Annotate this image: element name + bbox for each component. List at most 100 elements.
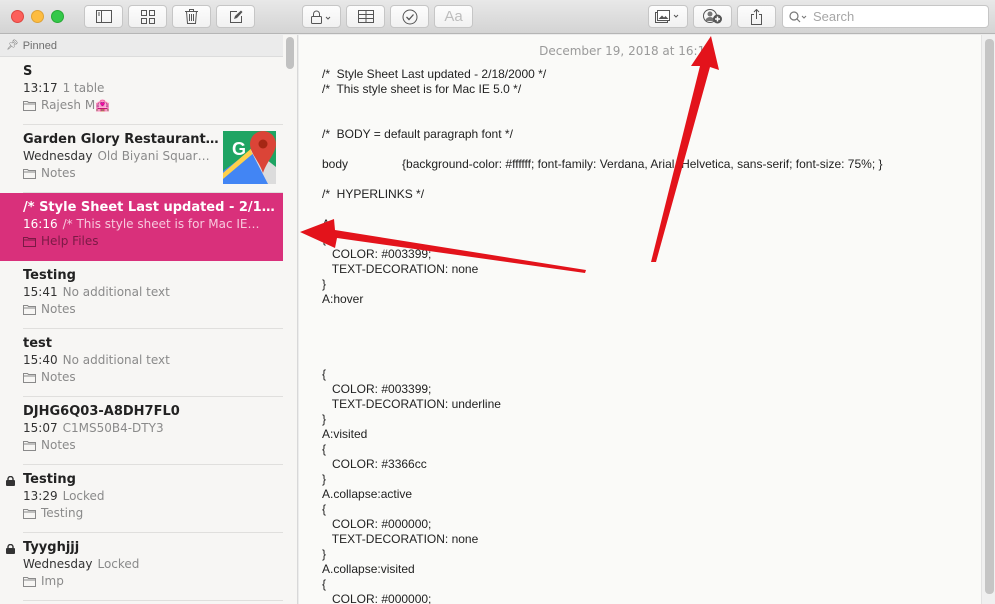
note-body-line <box>322 337 883 352</box>
note-body[interactable]: /* Style Sheet Last updated - 2/18/2000 … <box>322 67 883 604</box>
folder-icon <box>23 441 36 451</box>
note-body-line: { <box>322 367 327 381</box>
note-body-line: { <box>322 442 327 456</box>
notes-list-scrollbar[interactable] <box>286 37 294 69</box>
toolbar: Aa <box>0 0 995 34</box>
minimize-window-button[interactable] <box>31 10 44 23</box>
checklist-button[interactable] <box>390 5 429 28</box>
note-meta: 13:17 1 table <box>23 80 283 97</box>
note-body-line: COLOR: #000000; <box>322 592 432 604</box>
search-field[interactable] <box>782 5 989 28</box>
grid-icon <box>140 9 155 24</box>
new-note-button[interactable] <box>216 5 255 28</box>
note-time: 15:40 <box>23 353 58 367</box>
lock-icon <box>6 544 15 554</box>
note-preview: Locked <box>62 489 105 503</box>
note-meta: 15:07 C1MS50B4-DTY3 <box>23 420 283 437</box>
note-preview: /* This style sheet is for Mac IE… <box>62 217 260 231</box>
note-body-line: } <box>322 472 327 486</box>
note-body-line: { <box>322 577 327 591</box>
note-body-line: } <box>322 547 327 561</box>
note-folder-name: Help Files <box>41 234 99 248</box>
note-folder: Testing <box>23 505 283 522</box>
note-time: 16:16 <box>23 217 58 231</box>
note-time: 15:07 <box>23 421 58 435</box>
format-button[interactable]: Aa <box>434 5 473 28</box>
note-body-line: /* HYPERLINKS */ <box>322 187 425 201</box>
note-list-item[interactable]: S 13:17 1 table Rajesh M🏩 <box>0 57 283 125</box>
note-title: S <box>23 64 33 79</box>
note-meta: 15:40 No additional text <box>23 352 283 369</box>
note-folder: Rajesh M🏩 <box>23 97 283 114</box>
note-folder: Help Files <box>23 233 283 250</box>
note-title: Tyyghjjj <box>23 540 80 555</box>
note-folder-name: Notes <box>41 438 76 452</box>
folder-icon <box>23 509 36 519</box>
note-body-line: A.collapse:active <box>322 487 413 501</box>
note-body-line: /* This style sheet is for Mac IE 5.0 */ <box>322 82 522 96</box>
delete-button[interactable] <box>172 5 211 28</box>
note-body-line: COLOR: #000000; <box>322 517 432 531</box>
note-preview: Locked <box>97 557 140 571</box>
note-list-item[interactable]: Testing 15:41 No additional text Notes <box>0 261 283 329</box>
table-button[interactable] <box>346 5 385 28</box>
note-body-line <box>322 307 883 322</box>
folder-icon <box>23 101 36 111</box>
add-person-icon <box>702 9 722 24</box>
note-body-line: COLOR: #003399; <box>322 247 432 261</box>
note-body-line <box>322 322 883 337</box>
note-meta: Wednesday Locked <box>23 556 283 573</box>
note-time: 15:41 <box>23 285 58 299</box>
notes-list: 📌︎ Pinned S 13:17 1 table Rajesh M🏩 Garde… <box>0 35 298 604</box>
search-icon <box>789 10 807 22</box>
search-input[interactable] <box>813 9 983 24</box>
text-format-icon: Aa <box>444 8 463 25</box>
note-preview: C1MS50B4-DTY3 <box>62 421 164 435</box>
note-preview: Old Biyani Squar… <box>97 149 210 163</box>
sidebar-icon <box>95 10 112 23</box>
selected-note[interactable]: /* Style Sheet Last updated - 2/1… 16:16… <box>0 193 283 261</box>
note-body-line: } <box>322 412 327 426</box>
trash-icon <box>185 9 198 24</box>
note-list-item[interactable]: Testing 13:29 Locked Testing <box>0 465 283 533</box>
lock-button[interactable] <box>302 5 341 28</box>
note-body-line: body {background-color: #ffffff; font-fa… <box>322 157 883 171</box>
note-editor[interactable]: December 19, 2018 at 16:16 /* Style Shee… <box>299 35 995 604</box>
pin-icon: 📌︎ <box>6 40 19 51</box>
sidebar-toggle-button[interactable] <box>84 5 123 28</box>
lock-icon <box>310 10 330 24</box>
gallery-view-button[interactable] <box>128 5 167 28</box>
note-body-line: { <box>322 232 327 246</box>
editor-scrollbar-track[interactable] <box>981 35 995 604</box>
close-window-button[interactable] <box>11 10 24 23</box>
note-body-line: { <box>322 502 327 516</box>
note-title: /* Style Sheet Last updated - 2/1… <box>23 200 275 215</box>
editor-scrollbar-thumb[interactable] <box>985 39 994 594</box>
media-button[interactable] <box>648 5 688 28</box>
note-time: Wednesday <box>23 149 93 163</box>
note-folder-name: Imp <box>41 574 64 588</box>
note-preview: No additional text <box>62 353 170 367</box>
zoom-window-button[interactable] <box>51 10 64 23</box>
note-body-line: TEXT-DECORATION: none <box>322 262 479 276</box>
note-list-item[interactable]: Garden Glory Restaurant… Wednesday Old Bi… <box>0 125 283 193</box>
checkmark-circle-icon <box>402 9 417 24</box>
note-body-line <box>322 172 883 187</box>
note-list-item[interactable]: Tyyghjjj Wednesday Locked Imp <box>0 533 283 601</box>
note-body-line: /* Style Sheet Last updated - 2/18/2000 … <box>322 67 547 81</box>
note-meta: 15:41 No additional text <box>23 284 283 301</box>
note-folder-name: Notes <box>41 166 76 180</box>
note-body-line: A:visited <box>322 427 368 441</box>
folder-icon <box>23 169 36 179</box>
note-time: 13:17 <box>23 81 58 95</box>
note-list-item[interactable]: test 15:40 No additional text Notes <box>0 329 283 397</box>
note-list-item[interactable]: DJHG6Q03-A8DH7FL0 15:07 C1MS50B4-DTY3 Not… <box>0 397 283 465</box>
note-body-line <box>322 97 883 112</box>
note-folder: Notes <box>23 301 283 318</box>
lock-icon <box>6 476 15 486</box>
note-title: Testing <box>23 268 76 283</box>
share-button[interactable] <box>737 5 776 28</box>
note-time: Wednesday <box>23 557 93 571</box>
note-body-line: A:hover <box>322 292 364 306</box>
add-people-button[interactable] <box>693 5 732 28</box>
